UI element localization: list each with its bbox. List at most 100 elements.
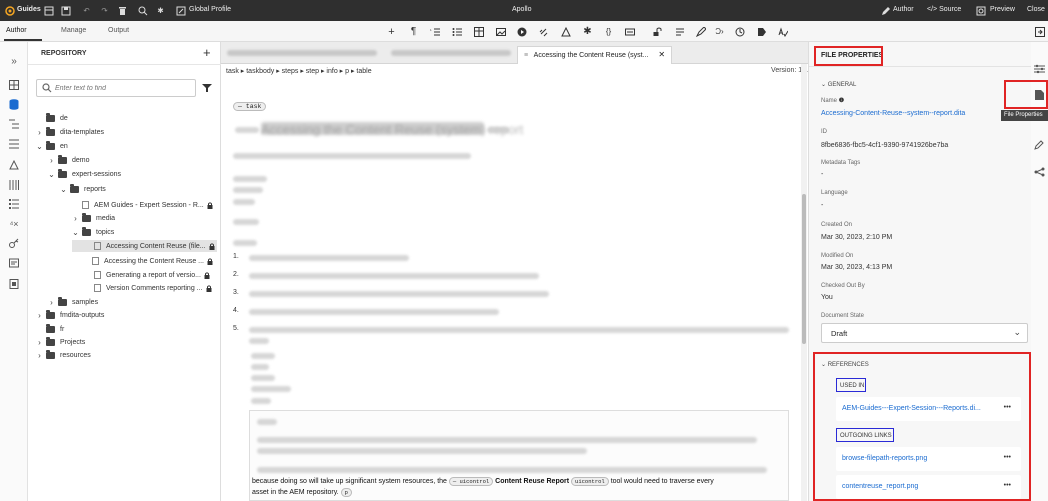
tree-item[interactable]: › samples [48,296,213,308]
map-view-icon[interactable] [8,118,20,130]
numbered-list-icon[interactable]: 1 [429,26,440,37]
conditions-icon[interactable]: ⁴× [8,218,20,230]
insert-code-icon[interactable]: {} [603,26,614,37]
profile-icon[interactable] [175,5,186,16]
insert-multimedia-icon[interactable] [516,26,527,37]
tree-item[interactable]: › demo [48,154,213,166]
reusable-content-icon[interactable] [8,159,20,171]
blurred-tab-2[interactable] [391,50,511,56]
close-tab-icon[interactable]: ✕ [658,50,665,59]
toc-icon[interactable] [8,138,20,150]
chevron-down-icon[interactable]: ⌄ [72,228,79,237]
collapse-panel-icon[interactable] [1034,26,1045,37]
tree-item[interactable]: Accessing Content Reuse (file... [72,240,217,252]
tab-output[interactable]: Output [108,27,129,34]
tree-item[interactable]: › fmdita-outputs [36,309,213,321]
find-replace-icon[interactable] [137,5,148,16]
save-icon[interactable] [60,5,71,16]
chevron-down-icon[interactable]: ⌄ [60,185,67,194]
more-options-icon[interactable]: ••• [1004,454,1011,461]
tree-item[interactable]: Generating a report of versio... [84,269,213,281]
breadcrumb[interactable]: task ▸ taskbody ▸ steps ▸ step ▸ info ▸ … [226,67,372,75]
document-state-select[interactable]: Draft ⌄ [821,323,1028,343]
scrollbar-thumb[interactable] [802,194,806,344]
outgoing-link[interactable]: browse-filepath-reports.png [842,455,927,462]
tree-item[interactable]: de [36,112,213,124]
tree-item[interactable]: Accessing the Content Reuse ... [84,255,213,267]
p-tag[interactable]: p [340,488,352,497]
chevron-right-icon[interactable]: › [36,338,43,347]
add-icon[interactable]: + [203,45,211,60]
tree-item[interactable]: ⌄ en [36,140,213,152]
name-value[interactable]: Accessing-Content-Reuse--system--report.… [821,110,965,117]
editor-scrollbar[interactable] [801,64,807,501]
outgoing-link-item[interactable]: browse-filepath-reports.png ••• [836,447,1021,471]
tree-item[interactable]: ⌄ reports [60,183,213,195]
tree-item[interactable]: ⌄ expert-sessions [48,168,213,180]
settings-gear-icon[interactable]: ✱ [155,5,166,16]
tree-item[interactable]: fr [36,323,213,335]
insert-table-icon[interactable] [473,26,484,37]
paragraph-icon[interactable]: ¶ [408,26,419,37]
used-in-item[interactable]: AEM-Guides---Expert-Session---Reports.di… [836,397,1021,421]
insert-cross-reference-icon[interactable] [560,26,571,37]
chevron-right-icon[interactable]: › [36,311,43,320]
outline-icon[interactable] [8,79,20,91]
tree-item[interactable]: Version Comments reporting ... [84,282,213,294]
references-section-toggle[interactable]: ⌄ REFERENCES [821,361,869,368]
chevron-right-icon[interactable]: › [48,298,55,307]
preview-button[interactable]: Preview [990,6,1015,13]
insert-element-icon[interactable]: + [386,26,397,38]
close-button[interactable]: Close [1027,6,1045,13]
tree-item[interactable]: ⌄ topics [72,226,213,238]
track-changes-icon[interactable]: Ɔ› [714,26,725,37]
tree-item[interactable]: AEM Guides - Expert Session - R... [72,199,213,211]
global-profile-label[interactable]: Global Profile [189,6,231,13]
sliders-icon[interactable] [1034,64,1045,74]
uicontrol-end-tag[interactable]: uicontrol [571,477,609,486]
tree-item[interactable]: › media [72,212,213,224]
bullet-list-icon[interactable] [451,26,462,37]
used-in-link[interactable]: AEM-Guides---Expert-Session---Reports.di… [842,405,981,412]
more-options-icon[interactable]: ••• [1004,404,1011,411]
chevron-right-icon[interactable]: › [36,128,43,137]
library-icon[interactable] [8,179,20,191]
insert-special-character-icon[interactable]: ✱ [582,26,593,37]
tree-item[interactable]: › resources [36,349,213,361]
chevron-right-icon[interactable]: › [72,214,79,223]
insert-link-icon[interactable] [538,26,549,37]
delete-icon[interactable] [117,5,128,16]
insert-variable-icon[interactable] [674,26,685,37]
redo-icon[interactable]: ↷ [99,5,110,16]
history-icon[interactable] [734,26,745,37]
search-input[interactable] [55,83,190,94]
active-editor-tab[interactable]: ≡ Accessing the Content Reuse (syst... ✕ [517,46,673,64]
spellcheck-icon[interactable] [777,26,788,37]
insert-snippet-icon[interactable] [624,26,635,37]
tag-icon[interactable] [756,26,767,37]
key-icon[interactable] [8,237,20,249]
list-icon[interactable] [8,198,20,210]
filter-icon[interactable] [202,83,212,93]
insert-image-icon[interactable] [495,26,506,37]
task-tag[interactable]: — task [233,102,267,111]
author-mode-button[interactable]: Author [893,6,914,13]
chevron-down-icon[interactable]: ⌄ [36,142,43,151]
uicontrol-tag[interactable]: — uicontrol [448,477,494,486]
expand-panel-icon[interactable]: » [8,55,20,67]
general-section-toggle[interactable]: ⌄ GENERAL [821,81,856,88]
share-icon[interactable] [1034,167,1045,177]
tab-manage[interactable]: Manage [61,27,86,34]
templates-icon[interactable] [8,278,20,290]
map-icon[interactable] [43,5,54,16]
more-options-icon[interactable]: ••• [1004,482,1011,489]
blurred-tab-1[interactable] [227,50,377,56]
tree-item[interactable]: › Projects [36,336,213,348]
tab-author[interactable]: Author [6,27,27,34]
repository-search[interactable] [36,79,196,97]
tree-item[interactable]: › dita-templates [36,126,213,138]
chevron-right-icon[interactable]: › [48,156,55,165]
chevron-right-icon[interactable]: › [36,351,43,360]
insert-keyref-icon[interactable] [652,26,663,37]
source-mode-button[interactable]: </> Source [927,6,961,13]
